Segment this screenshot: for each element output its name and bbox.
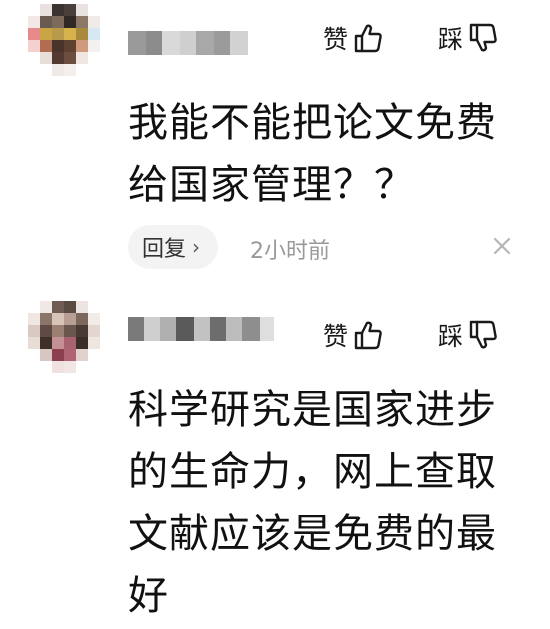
- close-icon: [493, 237, 511, 255]
- like-button[interactable]: 赞: [323, 20, 382, 56]
- like-label: 赞: [323, 322, 349, 351]
- comment-item: 赞 踩 我能不能把论文免费给国家管理？？ 回复 › 2小时前: [0, 0, 550, 295]
- dislike-label: 踩: [438, 322, 464, 351]
- username-blurred[interactable]: [128, 317, 274, 341]
- avatar[interactable]: [28, 4, 100, 76]
- dislike-label: 踩: [438, 25, 464, 54]
- dislike-button[interactable]: 踩: [438, 20, 497, 56]
- like-label: 赞: [323, 25, 349, 54]
- reply-label: 回复: [142, 237, 187, 262]
- thumbs-up-icon: [354, 23, 382, 53]
- comment-text: 我能不能把论文免费给国家管理？？: [128, 100, 497, 208]
- comment-item: 赞 踩 科学研究是国家进步的生命力，网上查取文献应该是免费的最好: [0, 295, 550, 629]
- thumbs-down-icon: [469, 23, 497, 53]
- like-button[interactable]: 赞: [323, 317, 382, 353]
- timestamp: 2小时前: [250, 239, 330, 264]
- username-blurred[interactable]: [128, 31, 248, 55]
- avatar[interactable]: [28, 301, 100, 373]
- close-button[interactable]: [489, 233, 515, 259]
- chevron-right-icon: ›: [192, 235, 201, 259]
- thumbs-down-icon: [469, 320, 497, 350]
- comment-text: 科学研究是国家进步的生命力，网上查取文献应该是免费的最好: [128, 387, 497, 619]
- thumbs-up-icon: [354, 320, 382, 350]
- dislike-button[interactable]: 踩: [438, 317, 497, 353]
- reply-button[interactable]: 回复 ›: [128, 225, 219, 269]
